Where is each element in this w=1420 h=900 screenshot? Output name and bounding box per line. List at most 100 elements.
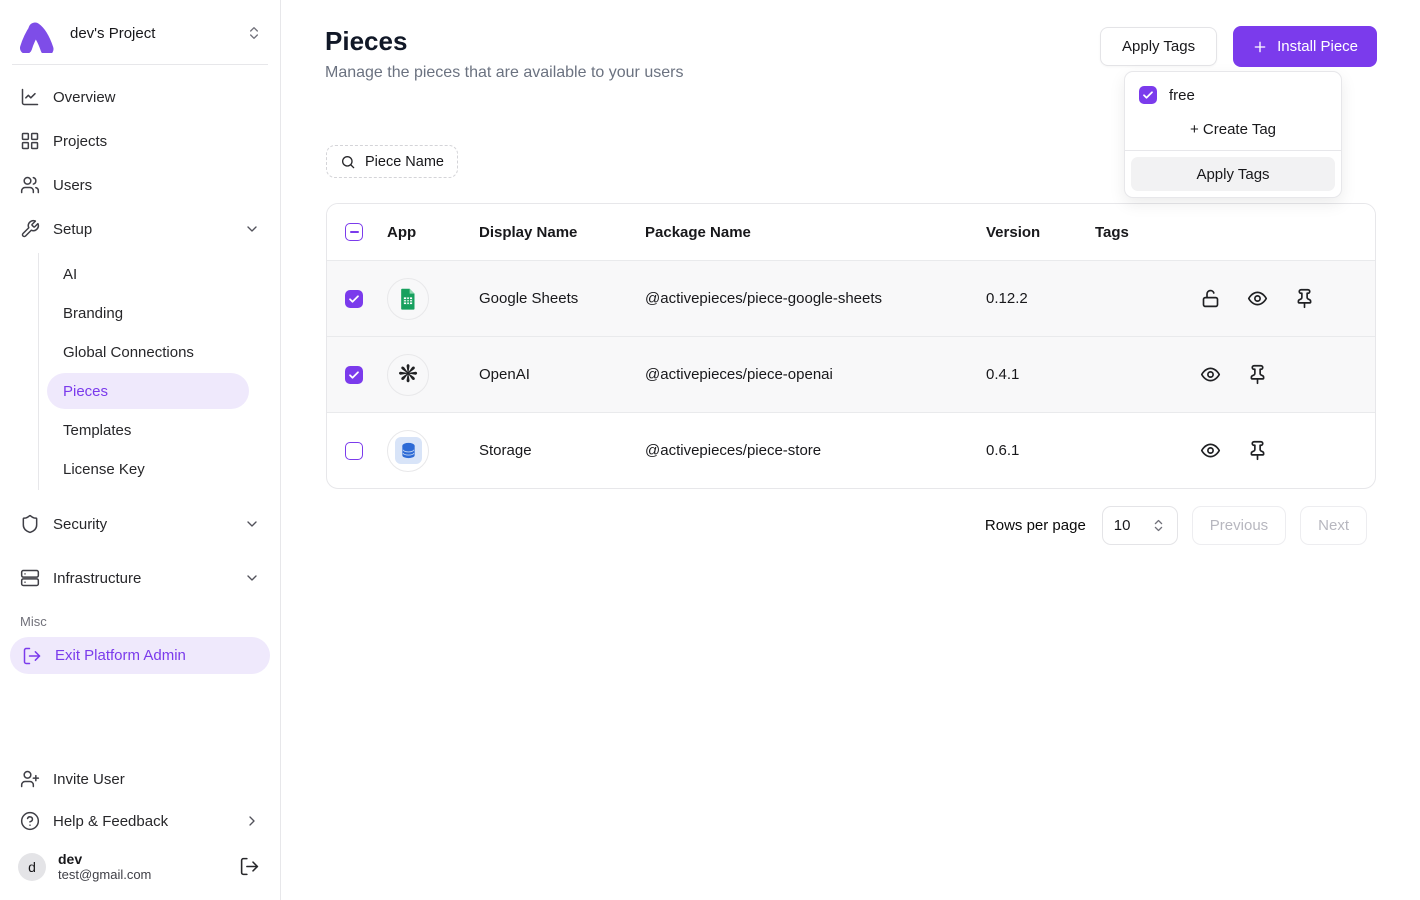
table-row[interactable]: Google Sheets @activepieces/piece-google… xyxy=(327,260,1375,336)
eye-icon xyxy=(1200,364,1221,385)
tags-dropdown: free + Create Tag Apply Tags xyxy=(1124,71,1342,198)
sub-item-label: Branding xyxy=(63,305,123,322)
pin-piece-button[interactable] xyxy=(1291,286,1317,312)
wrench-icon xyxy=(20,219,40,239)
sidebar-item-templates[interactable]: Templates xyxy=(47,412,249,448)
pagination: Rows per page 10 Previous Next xyxy=(985,506,1367,545)
row-checkbox-checked[interactable] xyxy=(345,290,363,308)
exit-platform-admin-button[interactable]: Exit Platform Admin xyxy=(10,637,270,674)
help-feedback-label: Help & Feedback xyxy=(53,813,231,830)
invite-user-label: Invite User xyxy=(53,771,125,788)
lock-open-icon xyxy=(1200,288,1221,309)
activepieces-logo-icon xyxy=(16,13,56,53)
sidebar-item-license-key[interactable]: License Key xyxy=(47,451,249,487)
rows-per-page-label: Rows per page xyxy=(985,517,1086,534)
install-piece-button[interactable]: Install Piece xyxy=(1233,26,1377,67)
sidebar-item-label: Users xyxy=(53,177,92,194)
check-icon xyxy=(348,369,360,381)
rows-per-page-value: 10 xyxy=(1114,517,1131,534)
tag-option-free[interactable]: free xyxy=(1125,76,1341,112)
header-actions: Apply Tags Install Piece xyxy=(1100,26,1377,67)
piece-package-name: @activepieces/piece-openai xyxy=(645,366,986,383)
help-circle-icon xyxy=(20,811,40,831)
google-sheets-icon xyxy=(395,286,421,312)
column-header-display-name: Display Name xyxy=(479,224,645,241)
pin-piece-button[interactable] xyxy=(1244,438,1270,464)
log-out-icon xyxy=(22,646,42,666)
project-name: dev's Project xyxy=(70,25,232,42)
pin-icon xyxy=(1247,440,1268,461)
check-icon xyxy=(1142,89,1154,101)
app-logo-openai: ❋ xyxy=(387,354,429,396)
main-content: Pieces Manage the pieces that are availa… xyxy=(281,0,1420,900)
chevrons-up-down-icon[interactable] xyxy=(246,25,262,41)
sign-out-button[interactable] xyxy=(236,854,262,880)
toggle-visibility-button[interactable] xyxy=(1197,362,1223,388)
log-out-icon xyxy=(239,856,260,877)
chevron-down-icon xyxy=(244,516,260,532)
select-all-checkbox[interactable] xyxy=(345,223,363,241)
sidebar-item-label: Overview xyxy=(53,89,116,106)
row-actions xyxy=(1191,362,1375,388)
pin-piece-button[interactable] xyxy=(1244,362,1270,388)
tag-checkbox-checked[interactable] xyxy=(1139,86,1157,104)
piece-package-name: @activepieces/piece-store xyxy=(645,442,986,459)
sidebar-item-projects[interactable]: Projects xyxy=(10,121,270,161)
sub-item-label: Templates xyxy=(63,422,131,439)
user-meta: dev test@gmail.com xyxy=(58,851,224,882)
sidebar-item-global-connections[interactable]: Global Connections xyxy=(47,334,249,370)
sub-item-label: Pieces xyxy=(63,383,108,400)
table-row[interactable]: Storage @activepieces/piece-store 0.6.1 xyxy=(327,412,1375,488)
search-icon xyxy=(340,154,356,170)
next-page-button[interactable]: Next xyxy=(1300,506,1367,545)
sidebar-item-label: Security xyxy=(53,516,231,533)
column-header-app: App xyxy=(387,224,479,241)
apply-tags-button[interactable]: Apply Tags xyxy=(1100,27,1217,66)
sidebar-item-ai[interactable]: AI xyxy=(47,256,249,292)
project-selector[interactable]: dev's Project xyxy=(10,10,270,56)
install-piece-label: Install Piece xyxy=(1277,38,1358,55)
column-header-tags: Tags xyxy=(1095,224,1191,241)
rows-per-page-select[interactable]: 10 xyxy=(1102,506,1178,545)
piece-display-name: Storage xyxy=(479,442,645,459)
table-row[interactable]: ❋ OpenAI @activepieces/piece-openai 0.4.… xyxy=(327,336,1375,412)
previous-page-button[interactable]: Previous xyxy=(1192,506,1286,545)
user-account-row[interactable]: d dev test@gmail.com xyxy=(10,843,270,886)
sub-item-label: AI xyxy=(63,266,77,283)
toggle-visibility-button[interactable] xyxy=(1244,286,1270,312)
eye-icon xyxy=(1200,440,1221,461)
invite-user-button[interactable]: Invite User xyxy=(10,759,270,799)
page-title: Pieces xyxy=(325,26,407,57)
sidebar-item-pieces[interactable]: Pieces xyxy=(47,373,249,409)
chevron-right-icon xyxy=(244,813,260,829)
piece-name-search-input[interactable]: Piece Name xyxy=(326,145,458,178)
dropdown-divider xyxy=(1125,150,1341,151)
sidebar-item-users[interactable]: Users xyxy=(10,165,270,205)
chevron-down-icon xyxy=(244,570,260,586)
sidebar-item-setup[interactable]: Setup xyxy=(10,209,270,249)
plus-icon xyxy=(1252,39,1268,55)
sidebar-divider xyxy=(12,64,268,65)
help-feedback-button[interactable]: Help & Feedback xyxy=(10,801,270,841)
chevrons-up-down-icon xyxy=(1151,518,1166,533)
sidebar: dev's Project Overview Projects Users Se… xyxy=(0,0,281,900)
toggle-visibility-button[interactable] xyxy=(1197,438,1223,464)
layout-grid-icon xyxy=(20,131,40,151)
create-tag-button[interactable]: + Create Tag xyxy=(1125,112,1341,150)
row-checkbox-unchecked[interactable] xyxy=(345,442,363,460)
user-email: test@gmail.com xyxy=(58,867,224,882)
sidebar-item-overview[interactable]: Overview xyxy=(10,77,270,117)
dropdown-apply-tags-button[interactable]: Apply Tags xyxy=(1131,157,1335,191)
row-checkbox-checked[interactable] xyxy=(345,366,363,384)
sidebar-item-label: Setup xyxy=(53,221,231,238)
sidebar-item-infrastructure[interactable]: Infrastructure xyxy=(10,558,270,598)
app-logo-google-sheets xyxy=(387,278,429,320)
sidebar-item-security[interactable]: Security xyxy=(10,504,270,544)
pieces-table: App Display Name Package Name Version Ta… xyxy=(326,203,1376,489)
tag-label: free xyxy=(1169,87,1195,104)
chart-line-icon xyxy=(20,87,40,107)
piece-package-name: @activepieces/piece-google-sheets xyxy=(645,290,986,307)
column-header-version: Version xyxy=(986,224,1095,241)
sidebar-item-branding[interactable]: Branding xyxy=(47,295,249,331)
manage-oauth-button[interactable] xyxy=(1197,286,1223,312)
